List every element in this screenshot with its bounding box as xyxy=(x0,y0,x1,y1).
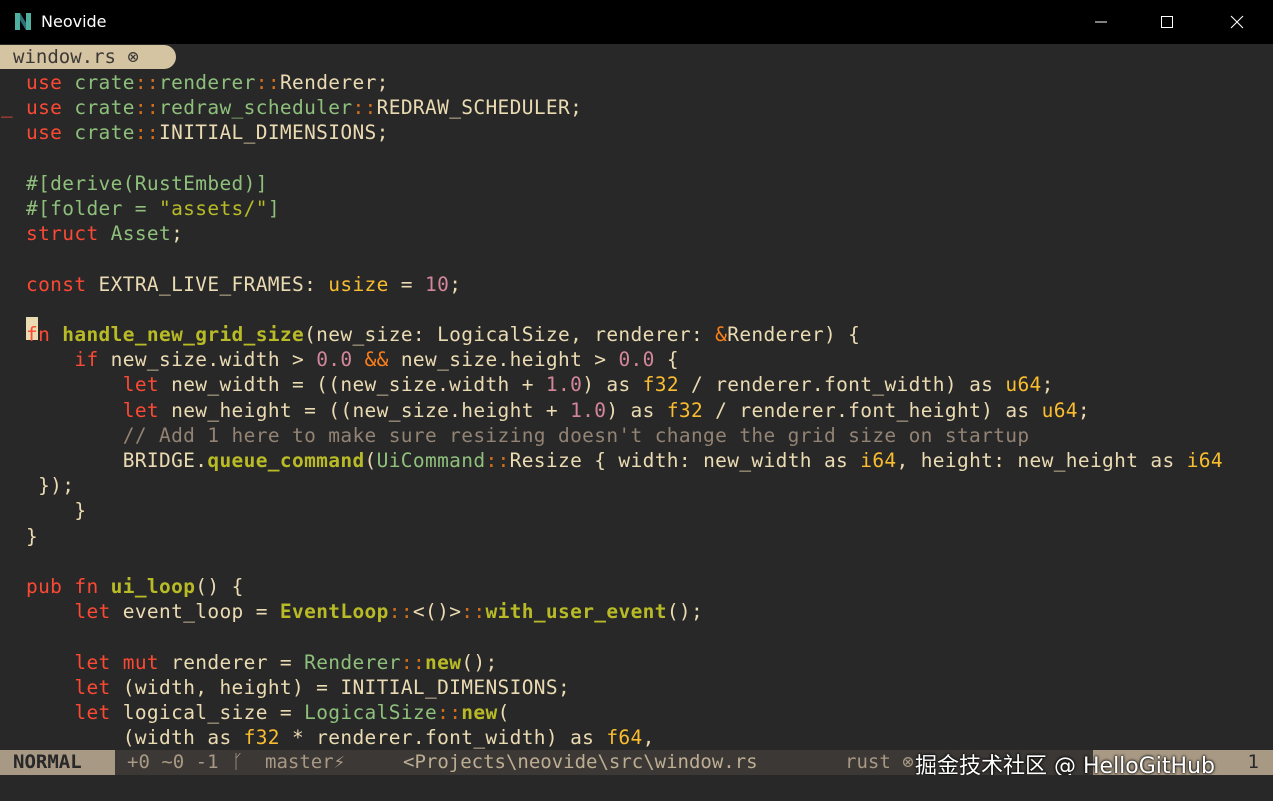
code-line: }); xyxy=(26,474,75,498)
mode-indicator: NORMAL xyxy=(0,750,115,775)
code-line: } xyxy=(26,524,39,548)
cursor-position-value: 1 xyxy=(1247,751,1259,773)
code-line: // Add 1 here to make sure resizing does… xyxy=(122,423,1030,447)
close-button[interactable] xyxy=(1214,0,1260,44)
git-branch-icon: ᚴ xyxy=(232,751,244,773)
code-line: if new_size.width > 0.0 && new_size.heig… xyxy=(74,348,679,372)
window-title-bar: Neovide xyxy=(0,0,1273,44)
minimize-icon xyxy=(1095,21,1107,23)
maximize-button[interactable] xyxy=(1144,0,1190,44)
code-line: use crate::redraw_scheduler::REDRAW_SCHE… xyxy=(26,96,583,120)
code-line: use crate::INITIAL_DIMENSIONS; xyxy=(26,121,389,145)
git-branch: master⚡ xyxy=(265,751,346,773)
code-line: fn handle_new_grid_size(new_size: Logica… xyxy=(26,323,861,346)
neovide-logo-icon xyxy=(12,10,34,32)
window-title: Neovide xyxy=(41,12,107,31)
code-line: #[folder = "assets/"] xyxy=(26,197,280,220)
command-line[interactable] xyxy=(0,775,1273,801)
code-line: let new_width = ((new_size.width + 1.0) … xyxy=(122,373,1054,397)
code-line: let (width, height) = INITIAL_DIMENSIONS… xyxy=(74,675,571,699)
tab-window-rs[interactable]: window.rs ⊗ xyxy=(0,45,176,69)
code-line: pub fn ui_loop() { xyxy=(26,575,244,598)
git-diff-stats: +0 ~0 -1 xyxy=(127,751,219,773)
editor-buffer[interactable]: _ use crate::renderer::Renderer; use cra… xyxy=(0,70,1273,750)
changed-line-marker: _ xyxy=(1,95,13,118)
code-line: let event_loop = EventLoop::<()>::with_u… xyxy=(74,600,704,624)
code-line: use crate::renderer::Renderer; xyxy=(26,71,389,94)
code-line: const EXTRA_LIVE_FRAMES: usize = 10; xyxy=(26,272,462,296)
code-line: let logical_size = LogicalSize::new( xyxy=(74,701,510,724)
minimize-button[interactable] xyxy=(1078,0,1124,44)
code-line: (width as f32 * renderer.font_width) as … xyxy=(26,726,655,750)
code-line: let mut renderer = Renderer::new(); xyxy=(74,650,498,674)
file-path: <Projects\neovide\src\window.rs xyxy=(403,751,758,773)
maximize-icon xyxy=(1161,16,1173,28)
filetype: rust ⊗ xyxy=(845,751,914,773)
code-line: BRIDGE.queue_command(UiCommand::Resize {… xyxy=(26,449,1223,472)
code-line: let new_height = ((new_size.height + 1.0… xyxy=(122,398,1090,422)
close-icon xyxy=(1230,15,1244,29)
code-line: } xyxy=(26,499,87,523)
code-line: #[derive(RustEmbed)] xyxy=(26,171,268,195)
tabline: window.rs ⊗ xyxy=(0,44,1273,70)
code-line: struct Asset; xyxy=(26,222,184,246)
